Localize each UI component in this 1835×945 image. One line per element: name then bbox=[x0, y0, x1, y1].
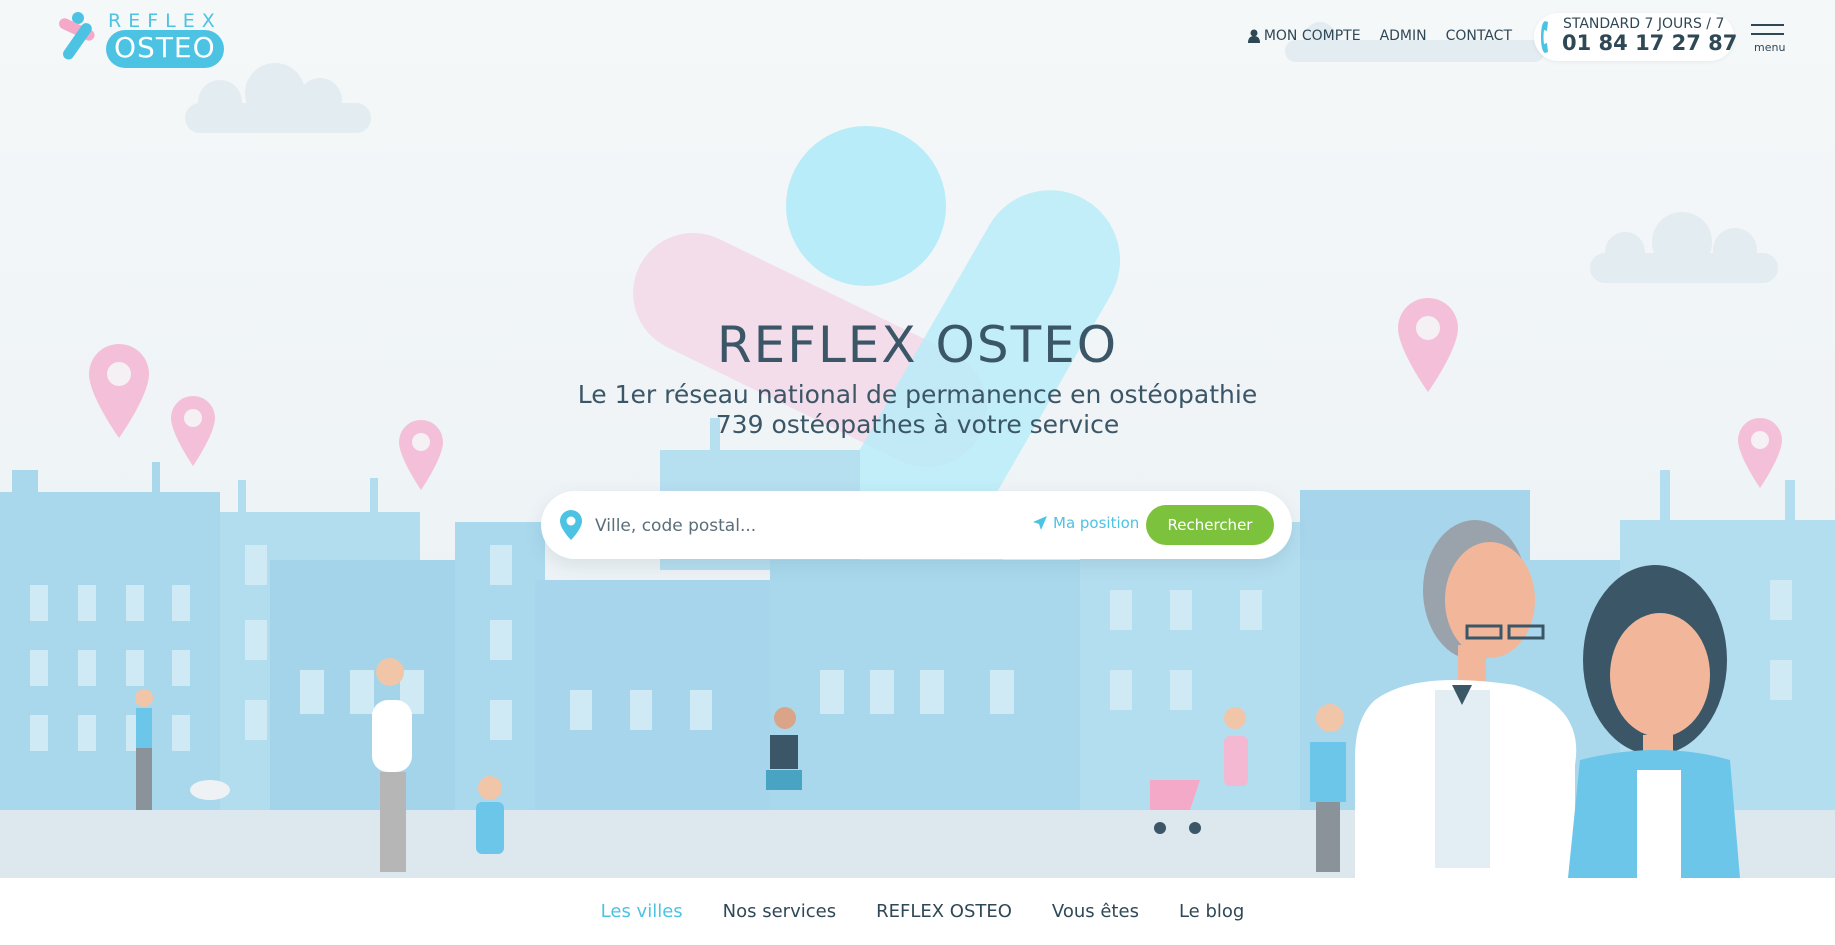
nav-item-le-blog[interactable]: Le blog bbox=[1179, 901, 1244, 922]
contact-link[interactable]: CONTACT bbox=[1446, 26, 1512, 46]
nav-item-nos-services[interactable]: Nos services bbox=[723, 901, 836, 922]
phone-hours-label: STANDARD 7 JOURS / 7 bbox=[1563, 16, 1725, 32]
nav-item-les-villes[interactable]: Les villes bbox=[601, 901, 683, 922]
hamburger-icon bbox=[1751, 24, 1784, 26]
phone-icon bbox=[1541, 21, 1548, 53]
account-label: MON COMPTE bbox=[1263, 28, 1361, 44]
search-button[interactable]: Rechercher bbox=[1146, 505, 1274, 545]
hero-subtitle-count: 739 ostéopathes à votre service bbox=[715, 410, 1120, 439]
phone-number: 01 84 17 27 87 bbox=[1562, 31, 1738, 55]
brand-logo[interactable]: REFLEX OSTEO bbox=[58, 10, 224, 68]
geolocate-link[interactable]: Ma position bbox=[1032, 514, 1139, 532]
logo-mark-icon bbox=[59, 12, 95, 60]
menu-button[interactable]: menu bbox=[1751, 24, 1785, 56]
geolocate-label: Ma position bbox=[1053, 514, 1140, 532]
nav-item-reflex-osteo[interactable]: REFLEX OSTEO bbox=[876, 901, 1012, 922]
admin-link[interactable]: ADMIN bbox=[1380, 26, 1427, 46]
location-pin-icon bbox=[560, 510, 582, 540]
hero-illustration bbox=[0, 22, 1835, 878]
nav-item-vous-etes[interactable]: Vous êtes bbox=[1052, 901, 1139, 922]
logo-text-osteo: OSTEO bbox=[106, 30, 224, 68]
menu-label: menu bbox=[1754, 41, 1786, 54]
top-navigation: MON COMPTE ADMIN CONTACT bbox=[1247, 26, 1512, 46]
logo-text-reflex: REFLEX bbox=[108, 10, 222, 32]
phone-contact-box[interactable]: STANDARD 7 JOURS / 7 01 84 17 27 87 bbox=[1534, 13, 1738, 61]
search-bar: Ma position Rechercher bbox=[541, 491, 1292, 559]
hamburger-icon-bar bbox=[1751, 33, 1784, 35]
navigation-arrow-icon bbox=[1033, 516, 1047, 530]
city-search-input[interactable] bbox=[593, 507, 1017, 545]
hero-subtitle-network: Le 1er réseau national de permanence en … bbox=[577, 380, 1258, 409]
hero-section: REFLEX OSTEO MON COMPTE ADMIN CONTACT ST… bbox=[0, 0, 1835, 878]
bottom-navigation: Les villes Nos services REFLEX OSTEO Vou… bbox=[0, 878, 1835, 945]
page-title: REFLEX OSTEO bbox=[716, 316, 1119, 374]
account-link[interactable]: MON COMPTE bbox=[1247, 26, 1361, 46]
user-icon bbox=[1247, 29, 1260, 43]
